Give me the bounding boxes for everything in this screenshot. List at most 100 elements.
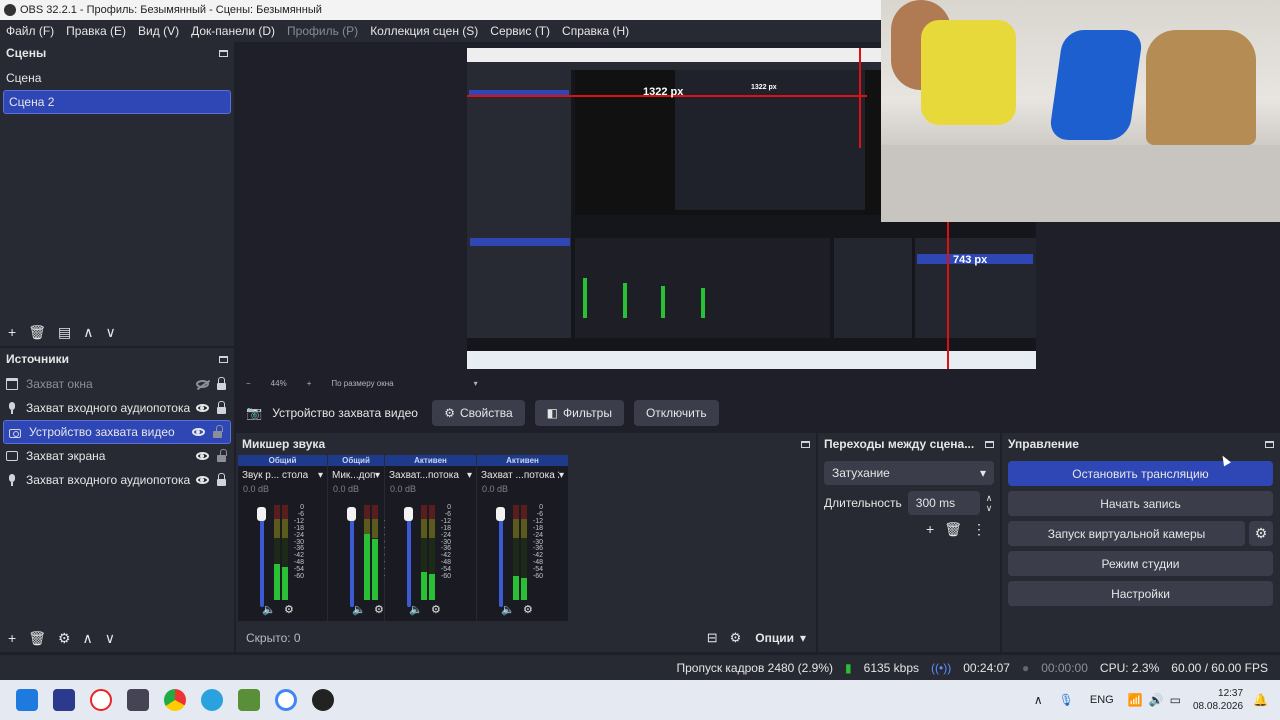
mute-speaker-icon[interactable]: 🔈 bbox=[262, 603, 276, 616]
add-scene-icon[interactable]: + bbox=[8, 324, 16, 340]
menu-view[interactable]: Вид (V) bbox=[138, 24, 179, 38]
remove-source-icon[interactable]: 🗑 bbox=[28, 630, 46, 647]
transition-select[interactable]: Затухание ▾ bbox=[824, 461, 994, 485]
windows-start-icon[interactable] bbox=[16, 689, 38, 711]
channel-name[interactable]: Звук р... стола ▾ bbox=[238, 466, 327, 484]
undock-icon[interactable] bbox=[219, 355, 228, 363]
move-up-icon[interactable]: ∧ bbox=[83, 324, 93, 341]
wifi-icon[interactable]: 📶 bbox=[1128, 693, 1143, 707]
volume-fader[interactable] bbox=[407, 515, 411, 607]
save-app-icon[interactable] bbox=[53, 689, 75, 711]
zoom-in-button[interactable]: + bbox=[307, 379, 312, 388]
deactivate-button[interactable]: Отключить bbox=[633, 400, 719, 426]
unlock-icon[interactable] bbox=[213, 425, 223, 438]
channel-name[interactable]: Мик...доп ▾ bbox=[328, 466, 384, 484]
undock-icon[interactable] bbox=[219, 49, 228, 57]
mute-speaker-icon[interactable]: 🔈 bbox=[352, 603, 366, 616]
eye-icon[interactable] bbox=[192, 428, 205, 436]
settings-button[interactable]: Настройки bbox=[1008, 581, 1273, 606]
scene-filters-icon[interactable]: ▤ bbox=[58, 324, 71, 341]
stop-stream-button[interactable]: Остановить трансляцию bbox=[1008, 461, 1273, 486]
chevron-down-icon[interactable]: ▾ bbox=[800, 631, 806, 645]
channel-name[interactable]: Захват...потока ▾ bbox=[385, 466, 476, 484]
yandex-browser-icon[interactable] bbox=[90, 689, 112, 711]
add-source-icon[interactable]: + bbox=[8, 630, 16, 646]
stack-app-icon[interactable] bbox=[238, 689, 260, 711]
fader-handle[interactable] bbox=[347, 507, 356, 521]
source-item[interactable]: Захват экрана bbox=[0, 444, 234, 468]
eye-icon[interactable] bbox=[196, 452, 209, 460]
add-transition-icon[interactable]: + bbox=[926, 521, 934, 538]
google-icon[interactable] bbox=[275, 689, 297, 711]
studio-mode-button[interactable]: Режим студии bbox=[1008, 551, 1273, 576]
move-down-icon[interactable]: ∨ bbox=[105, 324, 115, 341]
filters-button[interactable]: ◧ Фильтры bbox=[534, 400, 624, 426]
obs-taskbar-icon[interactable] bbox=[312, 689, 334, 711]
move-up-icon[interactable]: ∧ bbox=[83, 630, 93, 647]
meter-scale: 0-6-12-18-24-30-36-42-48-54-60 bbox=[290, 504, 304, 581]
start-recording-button[interactable]: Начать запись bbox=[1008, 491, 1273, 516]
zoom-out-button[interactable]: − bbox=[246, 379, 251, 388]
menu-scene-collection[interactable]: Коллекция сцен (S) bbox=[370, 24, 478, 38]
scene-item[interactable]: Сцена bbox=[0, 66, 234, 90]
channel-settings-icon[interactable]: ⚙ bbox=[431, 603, 441, 616]
advanced-audio-icon[interactable]: ⚙ bbox=[730, 630, 742, 646]
undock-icon[interactable] bbox=[985, 440, 994, 448]
fader-handle[interactable] bbox=[496, 507, 505, 521]
layout-icon[interactable]: ⊟ bbox=[707, 630, 718, 646]
unlock-icon[interactable] bbox=[217, 449, 227, 462]
remove-transition-icon[interactable]: 🗑 bbox=[944, 521, 962, 538]
more-options-icon[interactable]: ⋮ bbox=[972, 521, 986, 538]
chrome-icon[interactable] bbox=[164, 689, 186, 711]
lock-icon[interactable] bbox=[217, 401, 226, 414]
menu-docks[interactable]: Док-панели (D) bbox=[191, 24, 275, 38]
source-item[interactable]: Захват окна bbox=[0, 372, 234, 396]
language-indicator[interactable]: ENG bbox=[1090, 694, 1114, 706]
volume-icon[interactable]: 🔊 bbox=[1149, 693, 1164, 707]
stepper-icon[interactable]: ∧ ∨ bbox=[986, 493, 993, 513]
mute-speaker-icon[interactable]: 🔈 bbox=[409, 603, 423, 616]
duration-input[interactable]: 300 ms bbox=[907, 491, 980, 515]
remove-scene-icon[interactable]: 🗑 bbox=[28, 324, 46, 341]
fader-handle[interactable] bbox=[404, 507, 413, 521]
mute-speaker-icon[interactable]: 🔈 bbox=[501, 603, 515, 616]
volume-fader[interactable] bbox=[499, 515, 503, 607]
notification-bell-icon[interactable]: 🔔 bbox=[1253, 693, 1268, 707]
virtual-camera-button[interactable]: Запуск виртуальной камеры bbox=[1008, 521, 1245, 546]
properties-button[interactable]: ⚙ Свойства bbox=[432, 400, 525, 426]
eye-icon[interactable] bbox=[196, 476, 209, 484]
eye-icon[interactable] bbox=[196, 404, 209, 412]
tray-chevron-icon[interactable]: ∧ bbox=[1034, 693, 1043, 707]
volume-fader[interactable] bbox=[260, 515, 264, 607]
clock[interactable]: 12:37 08.08.2026 bbox=[1193, 687, 1243, 713]
lock-icon[interactable] bbox=[217, 473, 226, 486]
move-down-icon[interactable]: ∨ bbox=[105, 630, 115, 647]
channel-settings-icon[interactable]: ⚙ bbox=[284, 603, 294, 616]
scene-item-selected[interactable]: Сцена 2 bbox=[3, 90, 231, 114]
menu-help[interactable]: Справка (H) bbox=[562, 24, 629, 38]
channel-name[interactable]: Захват ...потока 2 ▾ bbox=[477, 466, 568, 484]
undock-icon[interactable] bbox=[801, 440, 810, 448]
channel-settings-icon[interactable]: ⚙ bbox=[374, 603, 384, 616]
menu-tools[interactable]: Сервис (T) bbox=[490, 24, 550, 38]
source-item[interactable]: Захват входного аудиопотока bbox=[0, 396, 234, 420]
virtual-cam-settings-icon[interactable]: ⚙ bbox=[1249, 521, 1273, 546]
channel-settings-icon[interactable]: ⚙ bbox=[523, 603, 533, 616]
source-properties-icon[interactable]: ⚙ bbox=[58, 630, 71, 647]
undock-icon[interactable] bbox=[1265, 440, 1274, 448]
lock-icon[interactable] bbox=[217, 377, 226, 390]
telegram-icon[interactable] bbox=[201, 689, 223, 711]
chevron-down-icon[interactable]: ▾ bbox=[474, 379, 478, 388]
menu-file[interactable]: Файл (F) bbox=[6, 24, 54, 38]
source-item-selected[interactable]: Устройство захвата видео bbox=[3, 420, 231, 444]
source-item[interactable]: Захват входного аудиопотока bbox=[0, 468, 234, 492]
eye-hidden-icon[interactable] bbox=[196, 380, 209, 388]
menu-profile[interactable]: Профиль (P) bbox=[287, 24, 358, 38]
fader-handle[interactable] bbox=[257, 507, 266, 521]
battery-icon[interactable]: ▭ bbox=[1170, 693, 1181, 707]
menu-edit[interactable]: Правка (E) bbox=[66, 24, 126, 38]
zoom-fit-select[interactable]: По размеру окна bbox=[331, 379, 393, 388]
calculator-icon[interactable] bbox=[127, 689, 149, 711]
mixer-options-button[interactable]: Опции bbox=[755, 631, 794, 645]
volume-fader[interactable] bbox=[350, 515, 354, 607]
